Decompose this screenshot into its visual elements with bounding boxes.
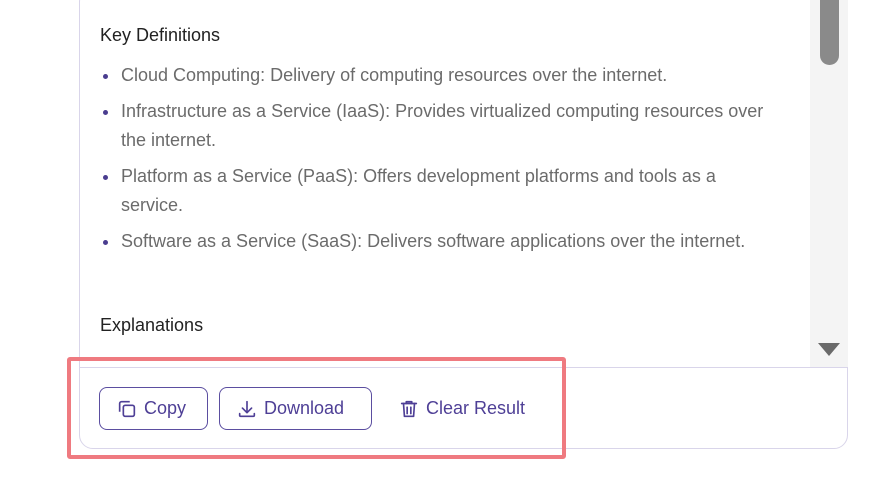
scrollbar-thumb[interactable]: [820, 0, 839, 65]
scroll-down-arrow-icon[interactable]: [818, 343, 840, 356]
clear-result-button[interactable]: Clear Result: [386, 387, 546, 430]
result-content: Key Definitions Cloud Computing: Deliver…: [80, 1, 810, 355]
list-item: Software as a Service (SaaS): Delivers s…: [100, 227, 780, 256]
download-icon: [236, 398, 258, 420]
copy-icon: [116, 398, 138, 420]
key-definitions-heading: Key Definitions: [100, 25, 221, 45]
vertical-scrollbar[interactable]: [810, 0, 848, 367]
list-item: Infrastructure as a Service (IaaS): Prov…: [100, 97, 780, 155]
list-item: Platform as a Service (PaaS): Offers dev…: [100, 162, 780, 220]
download-button[interactable]: Download: [219, 387, 372, 430]
trash-icon: [398, 398, 420, 420]
download-label: Download: [264, 398, 345, 418]
copy-label: Copy: [144, 398, 187, 418]
clear-result-label: Clear Result: [426, 398, 526, 418]
explanations-heading: Explanations: [100, 315, 204, 335]
result-card: Key Definitions Cloud Computing: Deliver…: [79, 0, 848, 449]
copy-button[interactable]: Copy: [99, 387, 208, 430]
footer-divider: [80, 367, 847, 368]
list-item: Cloud Computing: Delivery of computing r…: [100, 61, 780, 90]
definitions-list: Cloud Computing: Delivery of computing r…: [100, 61, 780, 263]
